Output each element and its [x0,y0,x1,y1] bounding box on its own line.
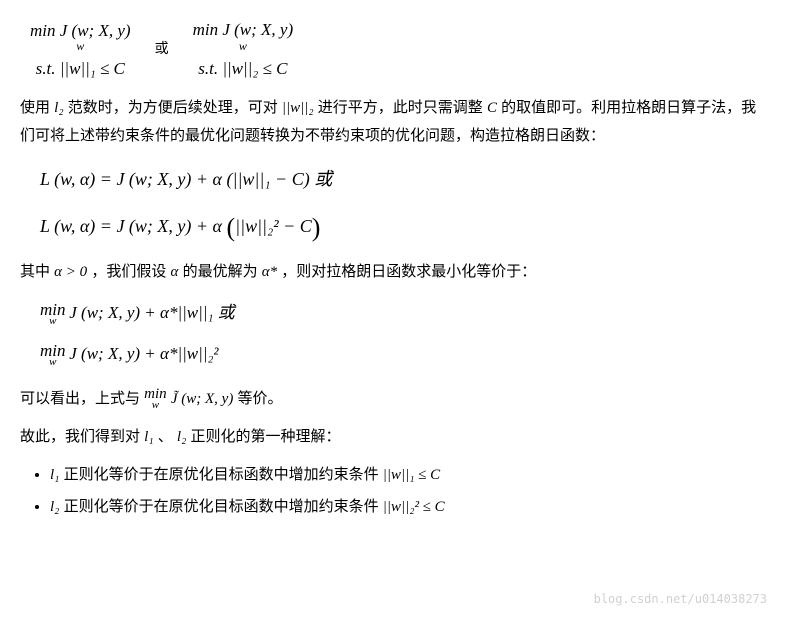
min-text-r: min J (w; X, y) [193,20,294,39]
l1-symbol: l₁ [144,429,153,445]
or-text: 或 [155,37,169,62]
alpha-pos: α > 0 [54,264,87,280]
min-text: min J (w; X, y) [30,23,131,38]
top-constraint-block: min J (w; X, y) w s.t. ||w||₁ ≤ C 或 min … [30,18,767,80]
constraint-1: ||w||₁ ≤ C [383,467,440,483]
lagrange-eq-1: L (w, α) = J (w; X, y) + α (||w||₁ − C) … [30,163,767,195]
paragraph-1: 使用 l₂ 范数时，为方便后续处理，可对 ||w||₂ 进行平方，此时只需调整 … [20,94,767,149]
bullet-list: l₁ 正则化等价于在原优化目标函数中增加约束条件 ||w||₁ ≤ C l₂ 正… [50,461,767,521]
list-item: l₁ 正则化等价于在原优化目标函数中增加约束条件 ||w||₁ ≤ C [50,461,767,489]
min-eq-1: min w J (w; X, y) + α*||w||₁ 或 [30,298,767,329]
lagrange-eq-2: L (w, α) = J (w; X, y) + α (||w||₂² − C) [30,210,767,242]
list-item: l₂ 正则化等价于在原优化目标函数中增加约束条件 ||w||₂² ≤ C [50,493,767,521]
paragraph-3: 可以看出，上式与 min w J̃ (w; X, y) 等价。 [20,385,767,413]
l2-symbol: l₂ [54,100,63,116]
min-sub: w [76,38,84,55]
j-tilde: J̃ (w; X, y) [171,391,233,407]
l2-symbol-b: l₂ [177,429,186,445]
C-symbol: C [487,100,497,116]
watermark-text: blog.csdn.net/u014038273 [594,589,767,611]
paragraph-2: 其中 α > 0 ，我们假设 α 的最优解为 α* ，则对拉格朗日函数求最小化等… [20,258,767,286]
min-sub-r: w [239,38,247,55]
min-eq-2: min w J (w; X, y) + α*||w||₂² [30,339,767,370]
alpha-sym: α [171,264,179,280]
paragraph-4: 故此，我们得到对 l₁ 、 l₂ 正则化的第一种理解： [20,423,767,451]
alpha-star: α* [262,264,277,280]
constraint-2: ||w||₂² ≤ C [383,499,445,515]
st-right: s.t. ||w||₂ ≤ C [198,57,287,81]
st-left: s.t. ||w||₁ ≤ C [36,57,125,81]
w-norm2: ||w||₂ [282,100,314,116]
